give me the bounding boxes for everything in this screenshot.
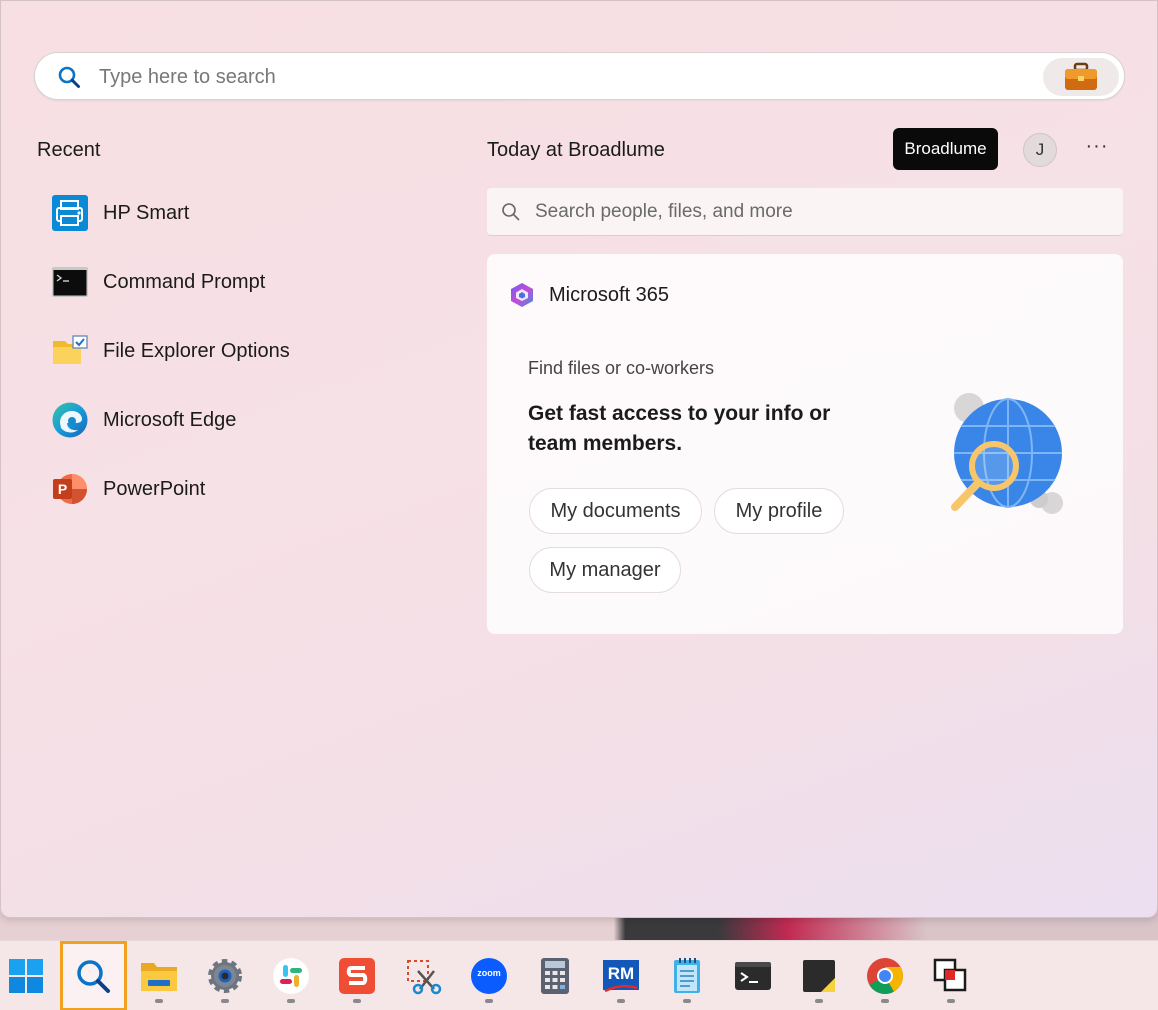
running-indicator	[353, 999, 361, 1003]
recent-item-microsoft-edge[interactable]: Microsoft Edge	[45, 392, 445, 448]
file-explorer-options-icon	[51, 332, 89, 370]
powerpoint-icon: P	[51, 470, 89, 508]
hp-smart-icon	[51, 194, 89, 232]
edge-icon	[51, 401, 89, 439]
my-manager-button[interactable]: My manager	[529, 547, 681, 593]
search-input[interactable]	[99, 61, 999, 93]
zoom-label: zoom	[477, 968, 501, 978]
taskbar-snipping-tool[interactable]	[402, 955, 444, 997]
taskbar-zoom[interactable]: zoom	[468, 955, 510, 1003]
running-indicator	[683, 999, 691, 1003]
sticky-notes-icon	[803, 960, 835, 992]
search-icon	[58, 66, 80, 88]
taskbar-sticky-notes[interactable]	[798, 955, 840, 1003]
recent-item-powerpoint[interactable]: P PowerPoint	[45, 461, 445, 517]
running-indicator	[287, 999, 295, 1003]
taskbar-search-button[interactable]	[72, 955, 114, 997]
my-profile-button[interactable]: My profile	[714, 488, 844, 534]
svg-text:P: P	[58, 481, 67, 497]
running-indicator	[881, 999, 889, 1003]
globe-search-illustration	[951, 393, 1063, 514]
running-indicator	[617, 999, 625, 1003]
running-indicator	[155, 999, 163, 1003]
start-icon	[9, 959, 43, 993]
taskbar-settings[interactable]	[204, 955, 246, 1003]
taskbar-multi-window-app[interactable]	[930, 955, 972, 1003]
slack-icon	[273, 958, 309, 994]
taskbar-chrome[interactable]	[864, 955, 906, 1003]
microsoft-365-icon	[511, 283, 533, 307]
chrome-icon	[867, 958, 903, 995]
recent-item-command-prompt[interactable]: Command Prompt	[45, 254, 445, 310]
avatar[interactable]: J	[1023, 133, 1057, 167]
recent-item-hp-smart[interactable]: HP Smart	[45, 185, 445, 241]
recent-item-label: Microsoft Edge	[103, 408, 237, 431]
card-headline: Get fast access to your info or team mem…	[528, 402, 831, 455]
people-search-box[interactable]	[487, 188, 1123, 236]
taskbar-rm[interactable]: RM	[600, 955, 642, 1003]
recent-heading: Recent	[37, 139, 101, 161]
taskbar-slack[interactable]	[270, 955, 312, 1003]
work-search-button[interactable]	[1043, 58, 1119, 96]
recent-item-label: HP Smart	[103, 201, 190, 224]
start-button[interactable]	[5, 955, 47, 997]
people-search-input[interactable]	[535, 198, 1095, 226]
my-documents-button[interactable]: My documents	[529, 488, 702, 534]
command-prompt-icon	[51, 263, 89, 301]
taskbar-snagit[interactable]	[336, 955, 378, 1003]
taskbar-notepad[interactable]	[666, 955, 708, 1003]
snipping-tool-icon	[407, 960, 442, 995]
snagit-icon	[339, 958, 375, 994]
settings-icon	[208, 959, 242, 993]
file-explorer-icon	[141, 963, 177, 991]
today-heading: Today at Broadlume	[487, 139, 665, 161]
recent-item-label: PowerPoint	[103, 477, 206, 500]
multi-window-icon	[933, 958, 967, 992]
taskbar-calculator[interactable]	[534, 955, 576, 997]
recent-item-label: File Explorer Options	[103, 339, 290, 362]
search-box[interactable]	[34, 52, 1125, 100]
running-indicator	[947, 999, 955, 1003]
card-kicker: Find files or co-workers	[528, 358, 715, 378]
search-icon	[502, 203, 520, 221]
taskbar-file-explorer[interactable]	[138, 955, 180, 1003]
running-indicator	[485, 999, 493, 1003]
search-icon	[77, 960, 110, 993]
recent-item-label: Command Prompt	[103, 270, 266, 293]
running-indicator	[221, 999, 229, 1003]
recent-item-file-explorer-options[interactable]: File Explorer Options	[45, 323, 445, 379]
calculator-icon	[541, 958, 569, 994]
search-flyout: Recent HP Smart Command Prompt	[0, 0, 1158, 918]
card-header: Microsoft 365	[509, 282, 669, 308]
briefcase-icon	[1065, 62, 1097, 90]
organization-badge[interactable]: Broadlume	[893, 128, 998, 170]
taskbar-terminal[interactable]	[732, 955, 774, 997]
running-indicator	[815, 999, 823, 1003]
terminal-icon	[735, 962, 771, 990]
card-title: Microsoft 365	[549, 283, 670, 306]
more-options-button[interactable]: ···	[1081, 135, 1113, 163]
taskbar: zoom RM	[0, 940, 1158, 1010]
notepad-icon	[674, 958, 700, 993]
rm-label: RM	[607, 964, 635, 983]
microsoft-365-card: Microsoft 365 Find files or co-workers G…	[487, 254, 1123, 634]
